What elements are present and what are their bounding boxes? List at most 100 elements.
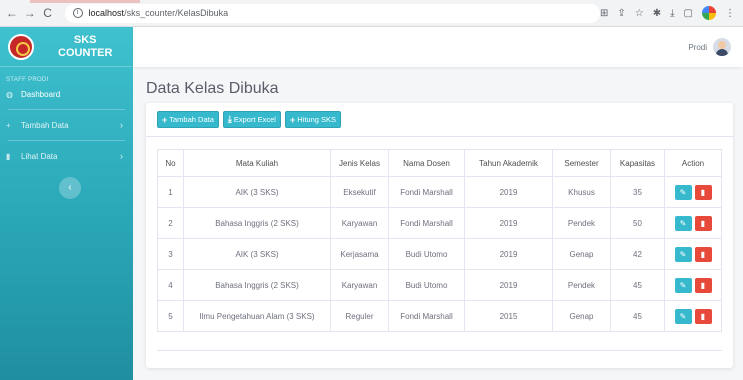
column-header-jenis-kelas[interactable]: Jenis Kelas xyxy=(330,149,389,177)
card-divider xyxy=(146,136,733,137)
export-excel-button[interactable]: ⤓ Export Excel xyxy=(222,111,281,128)
cell-semester: Pendek xyxy=(552,207,611,239)
cell-kapasitas: 42 xyxy=(610,238,665,270)
cell-jenis-kelas: Reguler xyxy=(330,300,389,332)
column-header-nama-dosen[interactable]: Nama Dosen xyxy=(388,149,465,177)
cell-tahun-akademik: 2019 xyxy=(464,176,553,208)
delete-button[interactable]: ▮ xyxy=(694,184,712,200)
brand[interactable]: SKS COUNTER xyxy=(0,27,133,67)
cell-action: ✎ ▮ xyxy=(664,269,722,301)
address-bar[interactable]: i localhost/sks_counter/KelasDibuka xyxy=(64,3,600,23)
edit-button[interactable]: ✎ xyxy=(674,184,692,200)
column-header-semester[interactable]: Semester xyxy=(552,149,611,177)
sidebar-heading: STAFF PRODI xyxy=(6,77,49,83)
cell-jenis-kelas: Kerjasama xyxy=(330,238,389,270)
delete-button[interactable]: ▮ xyxy=(694,277,712,293)
cell-nama-dosen: Budi Utomo xyxy=(388,238,465,270)
cell-no: 2 xyxy=(157,207,184,239)
trash-icon: ▮ xyxy=(700,187,706,197)
cell-kapasitas: 35 xyxy=(610,176,665,208)
cell-kapasitas: 45 xyxy=(610,269,665,301)
column-header-mata-kuliah[interactable]: Mata Kuliah xyxy=(183,149,331,177)
table-row: 1 AIK (3 SKS) Eksekutif Fondi Marshall 2… xyxy=(157,176,722,208)
kelas-table: No Mata Kuliah Jenis Kelas Nama Dosen Ta… xyxy=(157,149,722,332)
column-header-kapasitas[interactable]: Kapasitas xyxy=(610,149,665,177)
info-icon[interactable]: i xyxy=(72,8,83,18)
plus-icon: + xyxy=(289,114,296,125)
plus-icon: + xyxy=(6,120,11,130)
cell-no: 1 xyxy=(157,176,184,208)
pencil-icon: ✎ xyxy=(679,218,687,228)
chevron-right-icon: › xyxy=(120,120,123,130)
data-card: + Tambah Data ⤓ Export Excel + Hitung SK… xyxy=(146,103,733,368)
cell-tahun-akademik: 2019 xyxy=(464,238,553,270)
column-header-no[interactable]: No xyxy=(157,149,184,177)
forward-arrow-icon[interactable]: → xyxy=(21,6,39,20)
back-arrow-icon[interactable]: ← xyxy=(3,6,21,20)
cell-action: ✎ ▮ xyxy=(664,238,722,270)
star-icon[interactable]: ☆ xyxy=(635,8,644,19)
delete-button[interactable]: ▮ xyxy=(694,308,712,324)
table-row: 3 AIK (3 SKS) Kerjasama Budi Utomo 2019 … xyxy=(157,238,722,270)
trash-icon: ▮ xyxy=(700,280,706,290)
cell-semester: Genap xyxy=(552,238,611,270)
sidebar-item-label: Lihat Data xyxy=(21,151,58,161)
pencil-icon: ✎ xyxy=(679,249,687,259)
delete-button[interactable]: ▮ xyxy=(694,246,712,262)
brand-line-1: SKS xyxy=(73,33,97,46)
edit-button[interactable]: ✎ xyxy=(674,215,692,231)
add-data-button[interactable]: + Tambah Data xyxy=(157,111,219,128)
share-icon[interactable]: ⇪ xyxy=(617,8,625,19)
sidebar-toggle-button[interactable]: ‹ xyxy=(59,177,81,199)
cell-action: ✎ ▮ xyxy=(664,300,722,332)
column-header-tahun-akademik[interactable]: Tahun Akademik xyxy=(464,149,553,177)
sidebar-item-lihat-data[interactable]: ▮ Lihat Data › xyxy=(0,145,133,167)
extensions-icon[interactable]: ✱ xyxy=(653,8,661,19)
sidebar: SKS COUNTER STAFF PRODI ◍ Dashboard + Ta… xyxy=(0,27,133,380)
sidebar-item-dashboard[interactable]: ◍ Dashboard xyxy=(0,83,133,105)
cell-semester: Genap xyxy=(552,300,611,332)
trash-icon: ▮ xyxy=(700,311,706,321)
edit-button[interactable]: ✎ xyxy=(674,308,692,324)
sidebar-item-tambah-data[interactable]: + Tambah Data › xyxy=(0,114,133,136)
cell-nama-dosen: Fondi Marshall xyxy=(388,300,465,332)
sidebar-divider xyxy=(8,109,125,110)
table-row: 5 Ilmu Pengetahuan Alam (3 SKS) Reguler … xyxy=(157,300,722,332)
edit-button[interactable]: ✎ xyxy=(674,277,692,293)
table-row: 2 Bahasa Inggris (2 SKS) Karyawan Fondi … xyxy=(157,207,722,239)
brand-line-2: COUNTER xyxy=(58,46,113,59)
reload-icon[interactable]: C xyxy=(39,6,57,20)
edit-button[interactable]: ✎ xyxy=(674,246,692,262)
user-name[interactable]: Prodi xyxy=(688,43,707,52)
university-logo-icon xyxy=(8,33,34,60)
cell-kapasitas: 50 xyxy=(610,207,665,239)
cell-nama-dosen: Fondi Marshall xyxy=(388,207,465,239)
cell-nama-dosen: Budi Utomo xyxy=(388,269,465,301)
add-data-label: Tambah Data xyxy=(169,115,214,124)
dashboard-icon: ◍ xyxy=(6,89,13,99)
sidebar-divider xyxy=(8,140,125,141)
sidepanel-icon[interactable]: ▢ xyxy=(684,8,693,19)
profile-avatar-icon[interactable] xyxy=(702,6,716,20)
cell-jenis-kelas: Karyawan xyxy=(330,269,389,301)
cell-tahun-akademik: 2015 xyxy=(464,300,553,332)
pencil-icon: ✎ xyxy=(679,280,687,290)
menu-dots-icon[interactable]: ⋮ xyxy=(725,8,735,19)
export-excel-label: Export Excel xyxy=(233,115,276,124)
table-row: 4 Bahasa Inggris (2 SKS) Karyawan Budi U… xyxy=(157,269,722,301)
cell-no: 3 xyxy=(157,238,184,270)
hitung-sks-button[interactable]: + Hitung SKS xyxy=(284,111,342,128)
trash-icon: ▮ xyxy=(700,249,706,259)
delete-button[interactable]: ▮ xyxy=(694,215,712,231)
cell-semester: Pendek xyxy=(552,269,611,301)
download-icon[interactable]: ⤓ xyxy=(670,8,674,19)
cell-mata-kuliah: AIK (3 SKS) xyxy=(183,238,331,270)
cell-jenis-kelas: Eksekutif xyxy=(330,176,389,208)
sidebar-item-label: Dashboard xyxy=(21,89,61,99)
translate-icon[interactable]: ⊞ xyxy=(600,8,608,19)
url-path: /sks_counter/KelasDibuka xyxy=(124,8,229,18)
pencil-icon: ✎ xyxy=(679,187,687,197)
user-avatar[interactable] xyxy=(713,38,731,56)
cell-no: 5 xyxy=(157,300,184,332)
cell-nama-dosen: Fondi Marshall xyxy=(388,176,465,208)
